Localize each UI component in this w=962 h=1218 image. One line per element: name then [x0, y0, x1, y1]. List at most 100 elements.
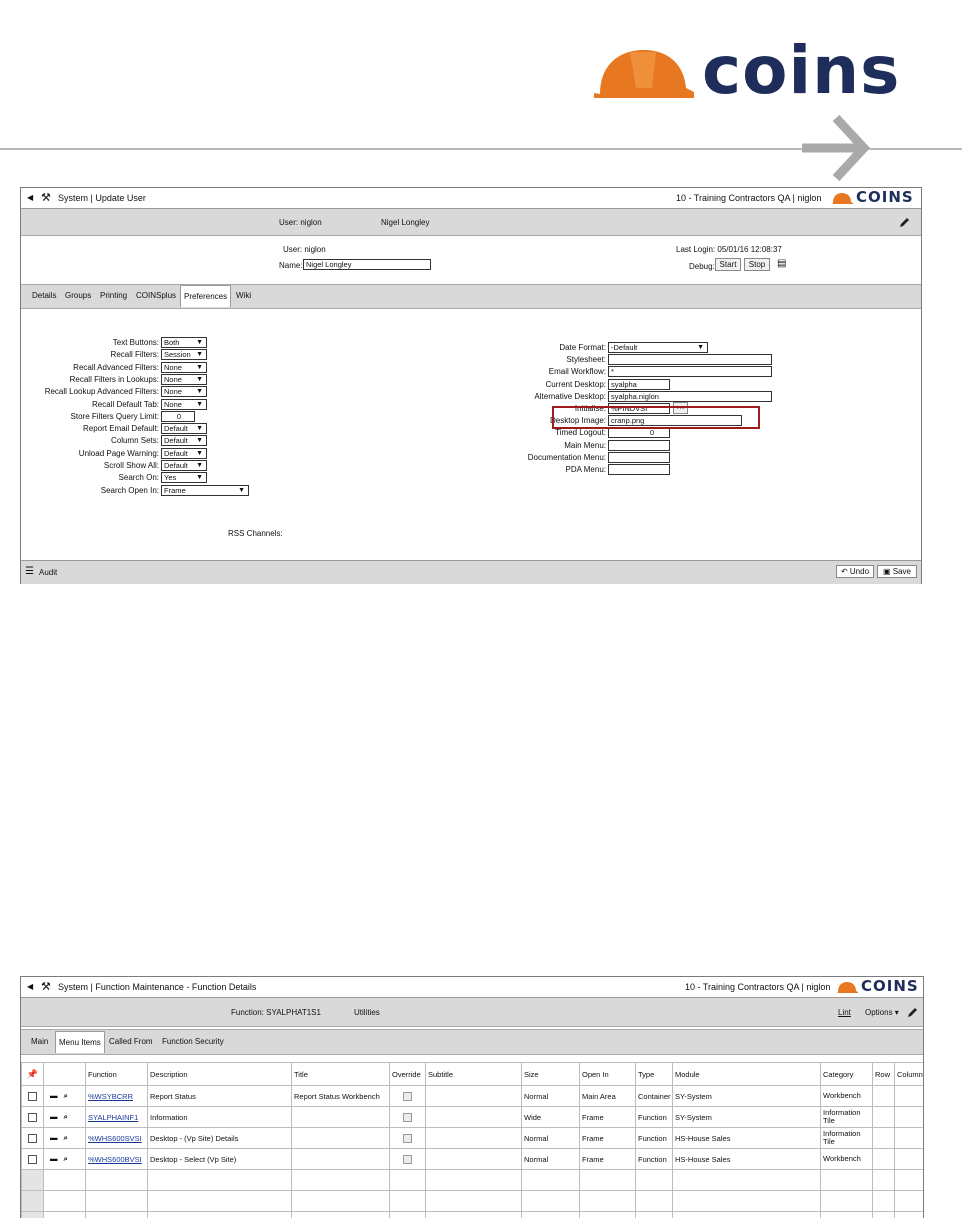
save-button[interactable]: ▣ Save	[877, 565, 917, 578]
type-cell: Function	[636, 1107, 673, 1128]
pref-email-workflow-field[interactable]: *	[608, 366, 772, 377]
column-header[interactable]: Override	[390, 1063, 426, 1086]
name-field[interactable]: Nigel Longley	[303, 259, 431, 270]
log-icon[interactable]: ▤	[777, 258, 786, 269]
pref-value: Frame	[164, 486, 186, 495]
column-header[interactable]: Subtitle	[426, 1063, 522, 1086]
table-row[interactable]: ▬ ⌕%WSYBCRRReport StatusReport Status Wo…	[22, 1086, 924, 1107]
tab-menu-items[interactable]: Menu Items	[55, 1031, 105, 1053]
pref-main-menu-field[interactable]	[608, 440, 670, 451]
pref-search-open-in-select[interactable]: Frame▼	[161, 485, 249, 496]
tab-preferences[interactable]: Preferences	[180, 285, 231, 307]
back-icon[interactable]: ◀	[27, 982, 33, 991]
pref-column-sets-select[interactable]: Default▼	[161, 435, 207, 446]
info-user: User: niglon	[283, 245, 326, 254]
empty-cell	[673, 1212, 821, 1218]
pref-label-search-on: Search On:	[119, 473, 159, 482]
row-actions: ▬ ⌕	[44, 1086, 86, 1107]
table-row[interactable]: ▬ ⌕%WHS600SVSIDesktop - (Vp Site) Detail…	[22, 1128, 924, 1149]
pref-alternative-desktop-field[interactable]: syalpha.niglon	[608, 391, 772, 402]
debug-stop-button[interactable]: Stop	[744, 258, 770, 271]
tab-main[interactable]: Main	[31, 1031, 48, 1053]
empty-cell	[148, 1212, 292, 1218]
function-cell[interactable]: SYALPHAINF1	[86, 1107, 148, 1128]
options-menu[interactable]: Options ▾	[865, 1008, 899, 1017]
tab-called-from[interactable]: Called From	[109, 1031, 153, 1053]
column-header	[44, 1063, 86, 1086]
pref-store-filters-query-limit-field[interactable]: 0	[161, 411, 195, 422]
column-header[interactable]: Description	[148, 1063, 292, 1086]
preview-icon[interactable]: ⌕	[64, 1112, 68, 1121]
open-folder-icon[interactable]: ▬	[50, 1091, 58, 1100]
column-header[interactable]: Function	[86, 1063, 148, 1086]
lint-button[interactable]: Lint	[838, 1008, 851, 1017]
pin-icon[interactable]: 📌	[22, 1063, 44, 1086]
undo-button[interactable]: ↶ Undo	[836, 565, 874, 578]
function-cell[interactable]: %WHS600BVSI	[86, 1149, 148, 1170]
column-header[interactable]: Row	[873, 1063, 895, 1086]
column-header[interactable]: Column	[895, 1063, 924, 1086]
pref-unload-page-warning-select[interactable]: Default▼	[161, 448, 207, 459]
tab-function-security[interactable]: Function Security	[162, 1031, 224, 1053]
empty-cell	[22, 1212, 44, 1218]
column-header[interactable]: Title	[292, 1063, 390, 1086]
utilities-menu[interactable]: Utilities	[354, 1008, 380, 1017]
title-cell	[292, 1149, 390, 1170]
empty-cell	[86, 1212, 148, 1218]
empty-cell	[292, 1191, 390, 1212]
tab-details[interactable]: Details	[32, 285, 56, 307]
back-icon[interactable]: ◀	[27, 193, 33, 202]
tab-groups[interactable]: Groups	[65, 285, 91, 307]
rss-channels-label: RSS Channels:	[228, 529, 283, 538]
row-checkbox[interactable]	[28, 1113, 37, 1122]
pref-recall-default-tab-select[interactable]: None▼	[161, 399, 207, 410]
pref-pda-menu-field[interactable]	[608, 464, 670, 475]
pref-recall-lookup-advanced-filters-select[interactable]: None▼	[161, 386, 207, 397]
override-cell	[390, 1128, 426, 1149]
pref-label-documentation-menu: Documentation Menu:	[528, 453, 606, 462]
preview-icon[interactable]: ⌕	[64, 1091, 68, 1100]
subtitle-cell	[426, 1107, 522, 1128]
row-checkbox[interactable]	[28, 1134, 37, 1143]
row-checkbox[interactable]	[28, 1092, 37, 1101]
open-folder-icon[interactable]: ▬	[50, 1133, 58, 1142]
function-cell[interactable]: %WHS600SVSI	[86, 1128, 148, 1149]
pref-scroll-show-all-select[interactable]: Default▼	[161, 460, 207, 471]
table-row[interactable]: ▬ ⌕%WHS600BVSIDesktop - Select (Vp Site)…	[22, 1149, 924, 1170]
logo-text: coins	[702, 32, 900, 109]
empty-cell	[292, 1170, 390, 1191]
preview-icon[interactable]: ⌕	[64, 1133, 68, 1142]
tab-wiki[interactable]: Wiki	[236, 285, 251, 307]
column-header[interactable]: Module	[673, 1063, 821, 1086]
pref-recall-filters-in-lookups-select[interactable]: None▼	[161, 374, 207, 385]
pref-recall-advanced-filters-select[interactable]: None▼	[161, 362, 207, 373]
pref-date-format-select[interactable]: -Default▼	[608, 342, 708, 353]
pref-report-email-default-select[interactable]: Default▼	[161, 423, 207, 434]
debug-start-button[interactable]: Start	[715, 258, 741, 271]
pencil-icon[interactable]	[899, 217, 910, 228]
pref-recall-filters-select[interactable]: Session▼	[161, 349, 207, 360]
preview-icon[interactable]: ⌕	[64, 1154, 68, 1163]
column-header[interactable]: Type	[636, 1063, 673, 1086]
subheader-name: Nigel Longley	[381, 218, 429, 227]
table-row[interactable]: ▬ ⌕SYALPHAINF1InformationWideFrameFuncti…	[22, 1107, 924, 1128]
pref-search-on-select[interactable]: Yes▼	[161, 472, 207, 483]
column-header[interactable]: Category	[821, 1063, 873, 1086]
audit-button[interactable]: Audit	[39, 568, 57, 577]
function-cell[interactable]: %WSYBCRR	[86, 1086, 148, 1107]
pref-current-desktop-field[interactable]: syalpha	[608, 379, 670, 390]
open-folder-icon[interactable]: ▬	[50, 1112, 58, 1121]
pref-documentation-menu-field[interactable]	[608, 452, 670, 463]
description-cell: Information	[148, 1107, 292, 1128]
pencil-icon[interactable]	[907, 1007, 918, 1018]
tab-printing[interactable]: Printing	[100, 285, 127, 307]
open-folder-icon[interactable]: ▬	[50, 1154, 58, 1163]
empty-row	[22, 1191, 924, 1212]
tab-coinsplus[interactable]: COINSplus	[136, 285, 176, 307]
pref-stylesheet-field[interactable]	[608, 354, 772, 365]
pref-timed-logout-field[interactable]: 0	[608, 427, 670, 438]
row-checkbox[interactable]	[28, 1155, 37, 1164]
pref-text-buttons-select[interactable]: Both▼	[161, 337, 207, 348]
column-header[interactable]: Size	[522, 1063, 580, 1086]
column-header[interactable]: Open In	[580, 1063, 636, 1086]
